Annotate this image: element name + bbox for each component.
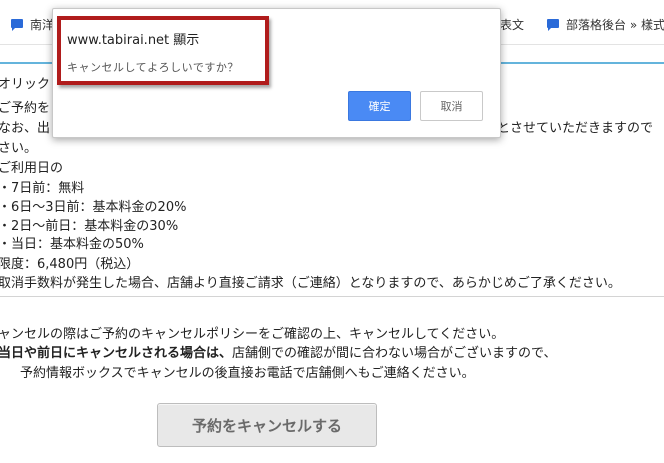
policy-item: ・2日〜前日：基本料金の30% <box>0 219 179 234</box>
notice-emphasis: 当日や前日にキャンセルされる場合は、 <box>0 346 233 361</box>
notice-text: 店舗側での確認が間に合わない場合がございますので、 <box>232 346 557 361</box>
section-divider <box>0 296 664 297</box>
cancel-reservation-button[interactable]: 予約をキャンセルする <box>157 403 377 447</box>
bookmark-label-2: 表文 <box>500 18 525 32</box>
notice-line: 予約情報ボックスでキャンセルの後直接お電話で店舗側へもご連絡ください。 <box>20 366 475 381</box>
policy-item: ・6日〜3日前：基本料金の20% <box>0 200 187 215</box>
policy-line: さい。 <box>0 141 38 156</box>
section-title: オリック <box>0 77 51 92</box>
highlight-box <box>57 16 269 85</box>
bookmark-item-1[interactable]: 南洋 <box>10 16 54 33</box>
policy-line: なお、出 <box>0 121 51 136</box>
bookmark-item-2[interactable]: 表文 <box>500 16 524 33</box>
notice-line: ャンセルの際はご予約のキャンセルポリシーをご確認の上、キャンセルしてください。 <box>0 327 505 342</box>
policy-line: ご予約を <box>0 101 51 116</box>
bookmark-label-3: 部落格後台 » 樣式 <box>566 18 664 32</box>
policy-item: ・7日前：無料 <box>0 181 85 196</box>
notice-line: 当日や前日にキャンセルされる場合は、店舗側での確認が間に合わない場合がございます… <box>0 346 557 362</box>
cancel-button[interactable]: 取消 <box>420 91 483 121</box>
policy-line: ご利用日の <box>0 161 64 176</box>
ok-button[interactable]: 確定 <box>348 91 411 121</box>
bookmark-label-1: 南洋 <box>30 18 55 32</box>
bookmark-item-3[interactable]: 部落格後台 » 樣式 <box>546 16 664 33</box>
policy-note: 取消手数料が発生した場合、店舗より直接ご請求（ご連絡）となりますので、あらかじめ… <box>0 276 621 291</box>
chat-bubble-icon <box>546 18 560 32</box>
policy-line: とさせていただきますので <box>497 121 654 136</box>
policy-limit: 限度：6,480円（税込） <box>0 257 140 272</box>
chat-bubble-icon <box>10 18 24 32</box>
policy-item: ・当日：基本料金の50% <box>0 237 144 252</box>
